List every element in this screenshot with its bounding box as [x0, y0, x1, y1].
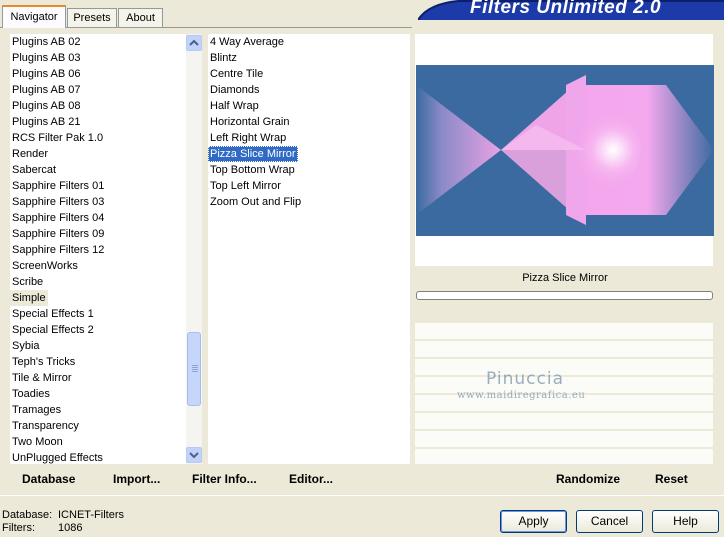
database-value: ICNET-Filters	[58, 509, 124, 521]
chevron-up-icon	[189, 39, 199, 46]
parameter-slot[interactable]	[415, 341, 713, 357]
list-item[interactable]: Two Moon	[10, 434, 65, 450]
list-item[interactable]: Left Right Wrap	[208, 130, 288, 146]
watermark-name: Pinuccia	[486, 369, 564, 389]
list-item[interactable]: Sybia	[10, 338, 42, 354]
divider	[0, 495, 724, 496]
list-item[interactable]: Special Effects 2	[10, 322, 96, 338]
list-item[interactable]: Transparency	[10, 418, 81, 434]
list-item[interactable]: Toadies	[10, 386, 52, 402]
category-scrollbar[interactable]	[186, 34, 202, 464]
list-item[interactable]: Scribe	[10, 274, 45, 290]
list-item[interactable]: RCS Filter Pak 1.0	[10, 130, 105, 146]
parameter-slot[interactable]	[415, 431, 713, 447]
list-item[interactable]: Pizza Slice Mirror	[208, 146, 298, 162]
parameter-slot[interactable]	[415, 413, 713, 429]
list-item[interactable]: Top Left Mirror	[208, 178, 283, 194]
list-item[interactable]: UnPlugged Effects	[10, 450, 105, 464]
filter-info-button[interactable]: Filter Info...	[192, 472, 257, 486]
list-item[interactable]: Sapphire Filters 12	[10, 242, 106, 258]
parameter-slot[interactable]	[415, 449, 713, 464]
editor-button[interactable]: Editor...	[289, 472, 333, 486]
tab-navigator[interactable]: Navigator	[2, 5, 66, 28]
scroll-thumb[interactable]	[187, 332, 201, 406]
list-item[interactable]: Half Wrap	[208, 98, 261, 114]
list-item[interactable]: Plugins AB 21	[10, 114, 83, 130]
list-item[interactable]: Plugins AB 06	[10, 66, 83, 82]
list-item[interactable]: Plugins AB 07	[10, 82, 83, 98]
import-button[interactable]: Import...	[113, 472, 160, 486]
list-item[interactable]: Plugins AB 02	[10, 34, 83, 50]
list-item[interactable]: Centre Tile	[208, 66, 265, 82]
list-item[interactable]: Sapphire Filters 09	[10, 226, 106, 242]
app-title: Filters Unlimited 2.0	[470, 0, 662, 18]
list-item[interactable]: Blintz	[208, 50, 239, 66]
list-item[interactable]: Sapphire Filters 01	[10, 178, 106, 194]
filters-count: 1086	[58, 522, 83, 534]
cancel-button[interactable]: Cancel	[576, 510, 643, 533]
randomize-button[interactable]: Randomize	[556, 472, 620, 486]
filter-list[interactable]: 4 Way Average Blintz Centre Tile Diamonds Ha…	[208, 34, 410, 464]
list-item[interactable]: Sapphire Filters 03	[10, 194, 106, 210]
list-item[interactable]: Top Bottom Wrap	[208, 162, 297, 178]
list-item[interactable]: Zoom Out and Flip	[208, 194, 303, 210]
preview-image	[416, 65, 714, 236]
list-item[interactable]: Teph's Tricks	[10, 354, 77, 370]
filters-label: Filters:	[2, 522, 35, 534]
tab-presets[interactable]: Presets	[67, 8, 117, 27]
category-list[interactable]: Plugins AB 02 Plugins AB 03 Plugins AB 06 P…	[10, 34, 186, 464]
list-item[interactable]: Tile & Mirror	[10, 370, 73, 386]
list-item[interactable]: Render	[10, 146, 50, 162]
list-item[interactable]: Horizontal Grain	[208, 114, 291, 130]
database-label: Database:	[2, 509, 53, 521]
scroll-down-button[interactable]	[186, 447, 202, 463]
list-item[interactable]: 4 Way Average	[208, 34, 286, 50]
list-item[interactable]: ScreenWorks	[10, 258, 80, 274]
tab-about[interactable]: About	[118, 8, 163, 27]
parameter-slot[interactable]	[415, 323, 713, 339]
chevron-down-icon	[189, 452, 199, 459]
preview-filter-name: Pizza Slice Mirror	[522, 272, 608, 284]
apply-button[interactable]: Apply	[500, 510, 567, 533]
parameter-slot[interactable]	[415, 359, 713, 375]
watermark-url: www.maidiregrafica.eu	[457, 390, 586, 401]
list-item[interactable]: Special Effects 1	[10, 306, 96, 322]
list-item[interactable]: Plugins AB 03	[10, 50, 83, 66]
list-item[interactable]: Diamonds	[208, 82, 262, 98]
list-item[interactable]: Sabercat	[10, 162, 58, 178]
list-item[interactable]: Tramages	[10, 402, 63, 418]
progress-bar	[416, 291, 713, 300]
scroll-up-button[interactable]	[186, 35, 202, 51]
help-button[interactable]: Help	[652, 510, 719, 533]
database-button[interactable]: Database	[22, 472, 75, 486]
reset-button[interactable]: Reset	[655, 472, 688, 486]
list-item[interactable]: Plugins AB 08	[10, 98, 83, 114]
list-item[interactable]: Sapphire Filters 04	[10, 210, 106, 226]
list-item[interactable]: Simple	[10, 290, 48, 306]
